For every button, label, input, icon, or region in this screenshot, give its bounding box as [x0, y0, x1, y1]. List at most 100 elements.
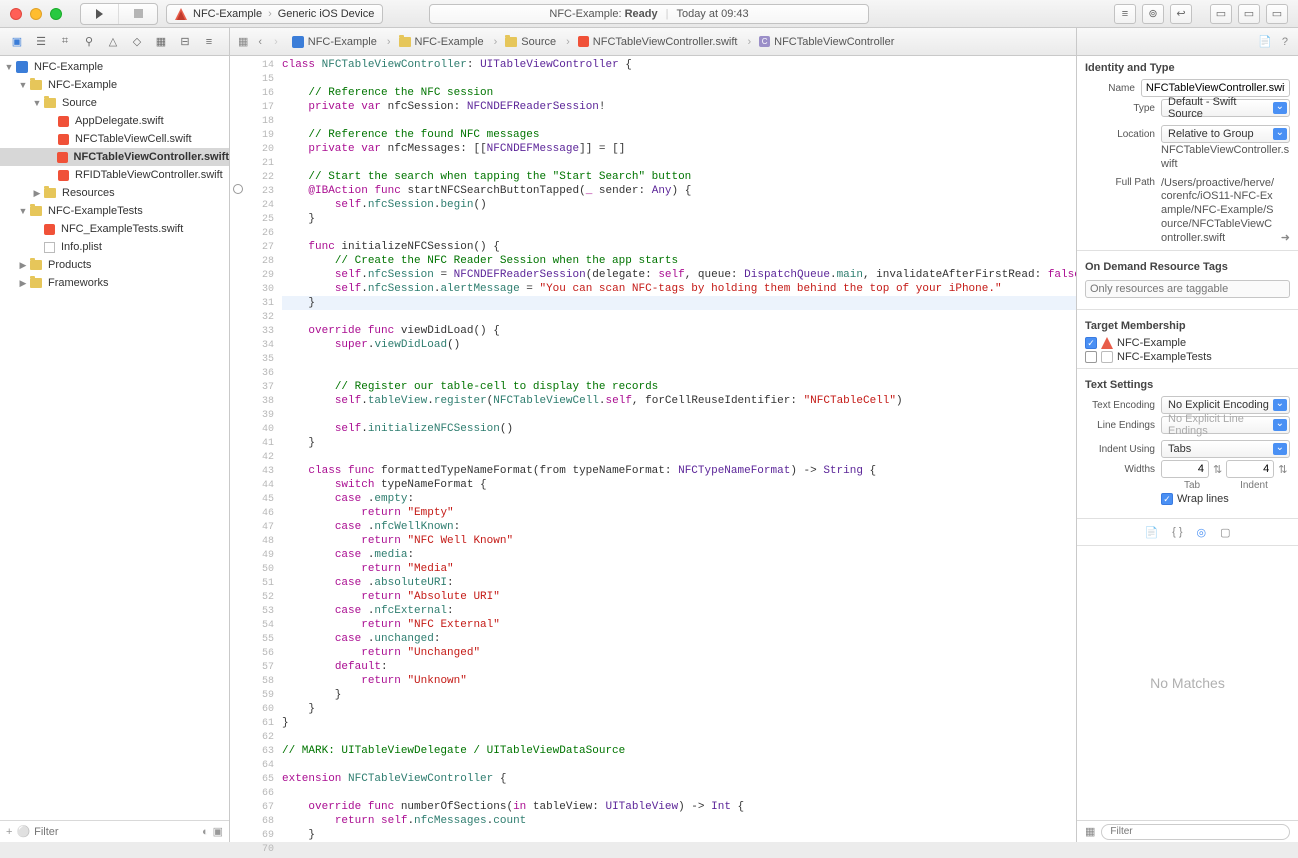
folder-icon — [30, 80, 42, 90]
file-template-library-tab[interactable]: 📄 — [1144, 526, 1158, 539]
tab-width-field[interactable] — [1161, 460, 1209, 478]
line-gutter[interactable]: 1415161718192021222324252627282930313233… — [246, 56, 280, 842]
tree-item[interactable]: ▶Frameworks — [0, 274, 229, 292]
jumpbar-group2[interactable]: Source — [505, 36, 570, 48]
target-2-checkbox[interactable] — [1085, 351, 1097, 363]
back-button[interactable]: ‹ — [256, 36, 264, 48]
jumpbar-symbol[interactable]: CNFCTableViewController — [759, 36, 904, 48]
test-navigator-tab[interactable]: ◇ — [128, 35, 146, 48]
toggle-navigator-button[interactable]: ▭ — [1210, 4, 1232, 24]
play-icon — [96, 9, 103, 19]
tree-item[interactable]: Info.plist — [0, 238, 229, 256]
tree-item[interactable]: NFC_ExampleTests.swift — [0, 220, 229, 238]
type-select[interactable]: Default - Swift Source — [1161, 99, 1290, 117]
fullpath-value: /Users/proactive/herve/corenfc/iOS11-NFC… — [1161, 177, 1274, 244]
swift-icon — [57, 152, 67, 163]
forward-button[interactable]: › — [272, 36, 284, 48]
tree-item[interactable]: ▼NFC-Example — [0, 76, 229, 94]
target-membership-title: Target Membership — [1077, 314, 1298, 336]
close-window-button[interactable] — [10, 8, 22, 20]
reveal-location-button[interactable]: ➜ — [1281, 232, 1290, 246]
target-1-checkbox[interactable]: ✓ — [1085, 337, 1097, 349]
indent-stepper[interactable]: ⇅ — [1274, 463, 1287, 476]
jumpbar-group1[interactable]: NFC-Example — [399, 36, 498, 48]
gutter-flags — [230, 56, 246, 842]
project-navigator-tab[interactable]: ▣ — [8, 35, 26, 48]
destination-name: Generic iOS Device — [278, 8, 375, 20]
report-navigator-tab[interactable]: ≡ — [200, 36, 218, 48]
folder-icon — [505, 37, 517, 47]
ibaction-connection-icon[interactable] — [233, 184, 243, 194]
navigator-filter-input[interactable] — [34, 826, 198, 838]
scm-filter-button[interactable]: ▣ — [213, 825, 223, 838]
source-control-navigator-tab[interactable]: ☰ — [32, 35, 50, 48]
tab-stepper[interactable]: ⇅ — [1209, 463, 1226, 476]
toggle-debugger-button[interactable]: ▭ — [1238, 4, 1260, 24]
tree-item[interactable]: RFIDTableViewController.swift — [0, 166, 229, 184]
folder-icon — [399, 37, 411, 47]
assistant-editor-button[interactable]: ⊚ — [1142, 4, 1164, 24]
location-select[interactable]: Relative to Group — [1161, 125, 1290, 143]
symbol-navigator-tab[interactable]: ⌗ — [56, 35, 74, 48]
lineendings-select[interactable]: No Explicit Line Endings — [1161, 416, 1290, 434]
object-library-tab[interactable]: ◎ — [1197, 526, 1207, 539]
activity-time: Today at 09:43 — [676, 8, 748, 20]
swift-icon — [578, 36, 589, 47]
tabbar: ▣ ☰ ⌗ ⚲ △ ◇ ▦ ⊟ ≡ ▦ ‹ › NFC-Example NFC-… — [0, 28, 1298, 56]
library-empty: No Matches — [1077, 546, 1298, 820]
breakpoint-navigator-tab[interactable]: ⊟ — [176, 35, 194, 48]
tree-item[interactable]: NFCTableViewCell.swift — [0, 130, 229, 148]
version-editor-button[interactable]: ↩ — [1170, 4, 1192, 24]
tree-item[interactable]: ▼NFC-ExampleTests — [0, 202, 229, 220]
tree-item[interactable]: ▶Products — [0, 256, 229, 274]
indent-caption: Indent — [1223, 480, 1285, 491]
library-filter-input[interactable] — [1101, 824, 1290, 840]
titlebar: NFC-Example › Generic iOS Device NFC-Exa… — [0, 0, 1298, 28]
toggle-inspector-button[interactable]: ▭ — [1266, 4, 1288, 24]
tree-item[interactable]: ▼Source — [0, 94, 229, 112]
file-inspector-tab[interactable]: 📄 — [1258, 35, 1272, 48]
stop-button[interactable] — [119, 4, 157, 24]
jumpbar-file[interactable]: NFCTableViewController.swift — [578, 36, 751, 48]
indent-width-field[interactable] — [1226, 460, 1274, 478]
encoding-select[interactable]: No Explicit Encoding — [1161, 396, 1290, 414]
issue-navigator-tab[interactable]: △ — [104, 35, 122, 48]
related-items-button[interactable]: ▦ — [238, 35, 248, 48]
folder-icon — [30, 260, 42, 270]
name-field[interactable] — [1141, 79, 1290, 97]
grid-icon[interactable]: ▦ — [1085, 825, 1095, 838]
wrap-lines-checkbox[interactable]: ✓ — [1161, 493, 1173, 505]
media-library-tab[interactable]: ▢ — [1220, 526, 1230, 539]
scheme-selector[interactable]: NFC-Example › Generic iOS Device — [166, 4, 383, 24]
code-view[interactable]: class NFCTableViewController: UITableVie… — [280, 56, 1076, 842]
encoding-label: Text Encoding — [1085, 400, 1155, 411]
indent-select[interactable]: Tabs — [1161, 440, 1290, 458]
odrt-field — [1085, 280, 1290, 298]
quick-help-tab[interactable]: ? — [1282, 36, 1288, 48]
recent-filter-button[interactable]: ◐ — [202, 826, 209, 838]
stop-icon — [134, 9, 143, 18]
jumpbar-project[interactable]: NFC-Example — [292, 36, 391, 48]
editor: 1415161718192021222324252627282930313233… — [230, 56, 1076, 842]
tree-item[interactable]: NFCTableViewController.swift — [0, 148, 229, 166]
identity-section-title: Identity and Type — [1077, 56, 1298, 78]
code-snippet-library-tab[interactable]: { } — [1172, 526, 1182, 538]
swift-icon — [58, 116, 69, 127]
add-button[interactable]: + — [6, 826, 12, 838]
app-icon — [175, 8, 187, 20]
window-controls — [10, 8, 62, 20]
find-navigator-tab[interactable]: ⚲ — [80, 35, 98, 48]
scheme-name: NFC-Example — [193, 8, 262, 20]
run-button[interactable] — [81, 4, 119, 24]
file-tree[interactable]: ▼NFC-Example▼NFC-Example▼SourceAppDelega… — [0, 56, 229, 820]
tree-item[interactable]: ▶Resources — [0, 184, 229, 202]
class-icon: C — [759, 36, 770, 47]
tree-item[interactable]: AppDelegate.swift — [0, 112, 229, 130]
debug-navigator-tab[interactable]: ▦ — [152, 35, 170, 48]
maximize-window-button[interactable] — [50, 8, 62, 20]
tree-item[interactable]: ▼NFC-Example — [0, 58, 229, 76]
folder-icon — [44, 188, 56, 198]
plist-icon — [44, 242, 55, 253]
standard-editor-button[interactable]: ≡ — [1114, 4, 1136, 24]
minimize-window-button[interactable] — [30, 8, 42, 20]
